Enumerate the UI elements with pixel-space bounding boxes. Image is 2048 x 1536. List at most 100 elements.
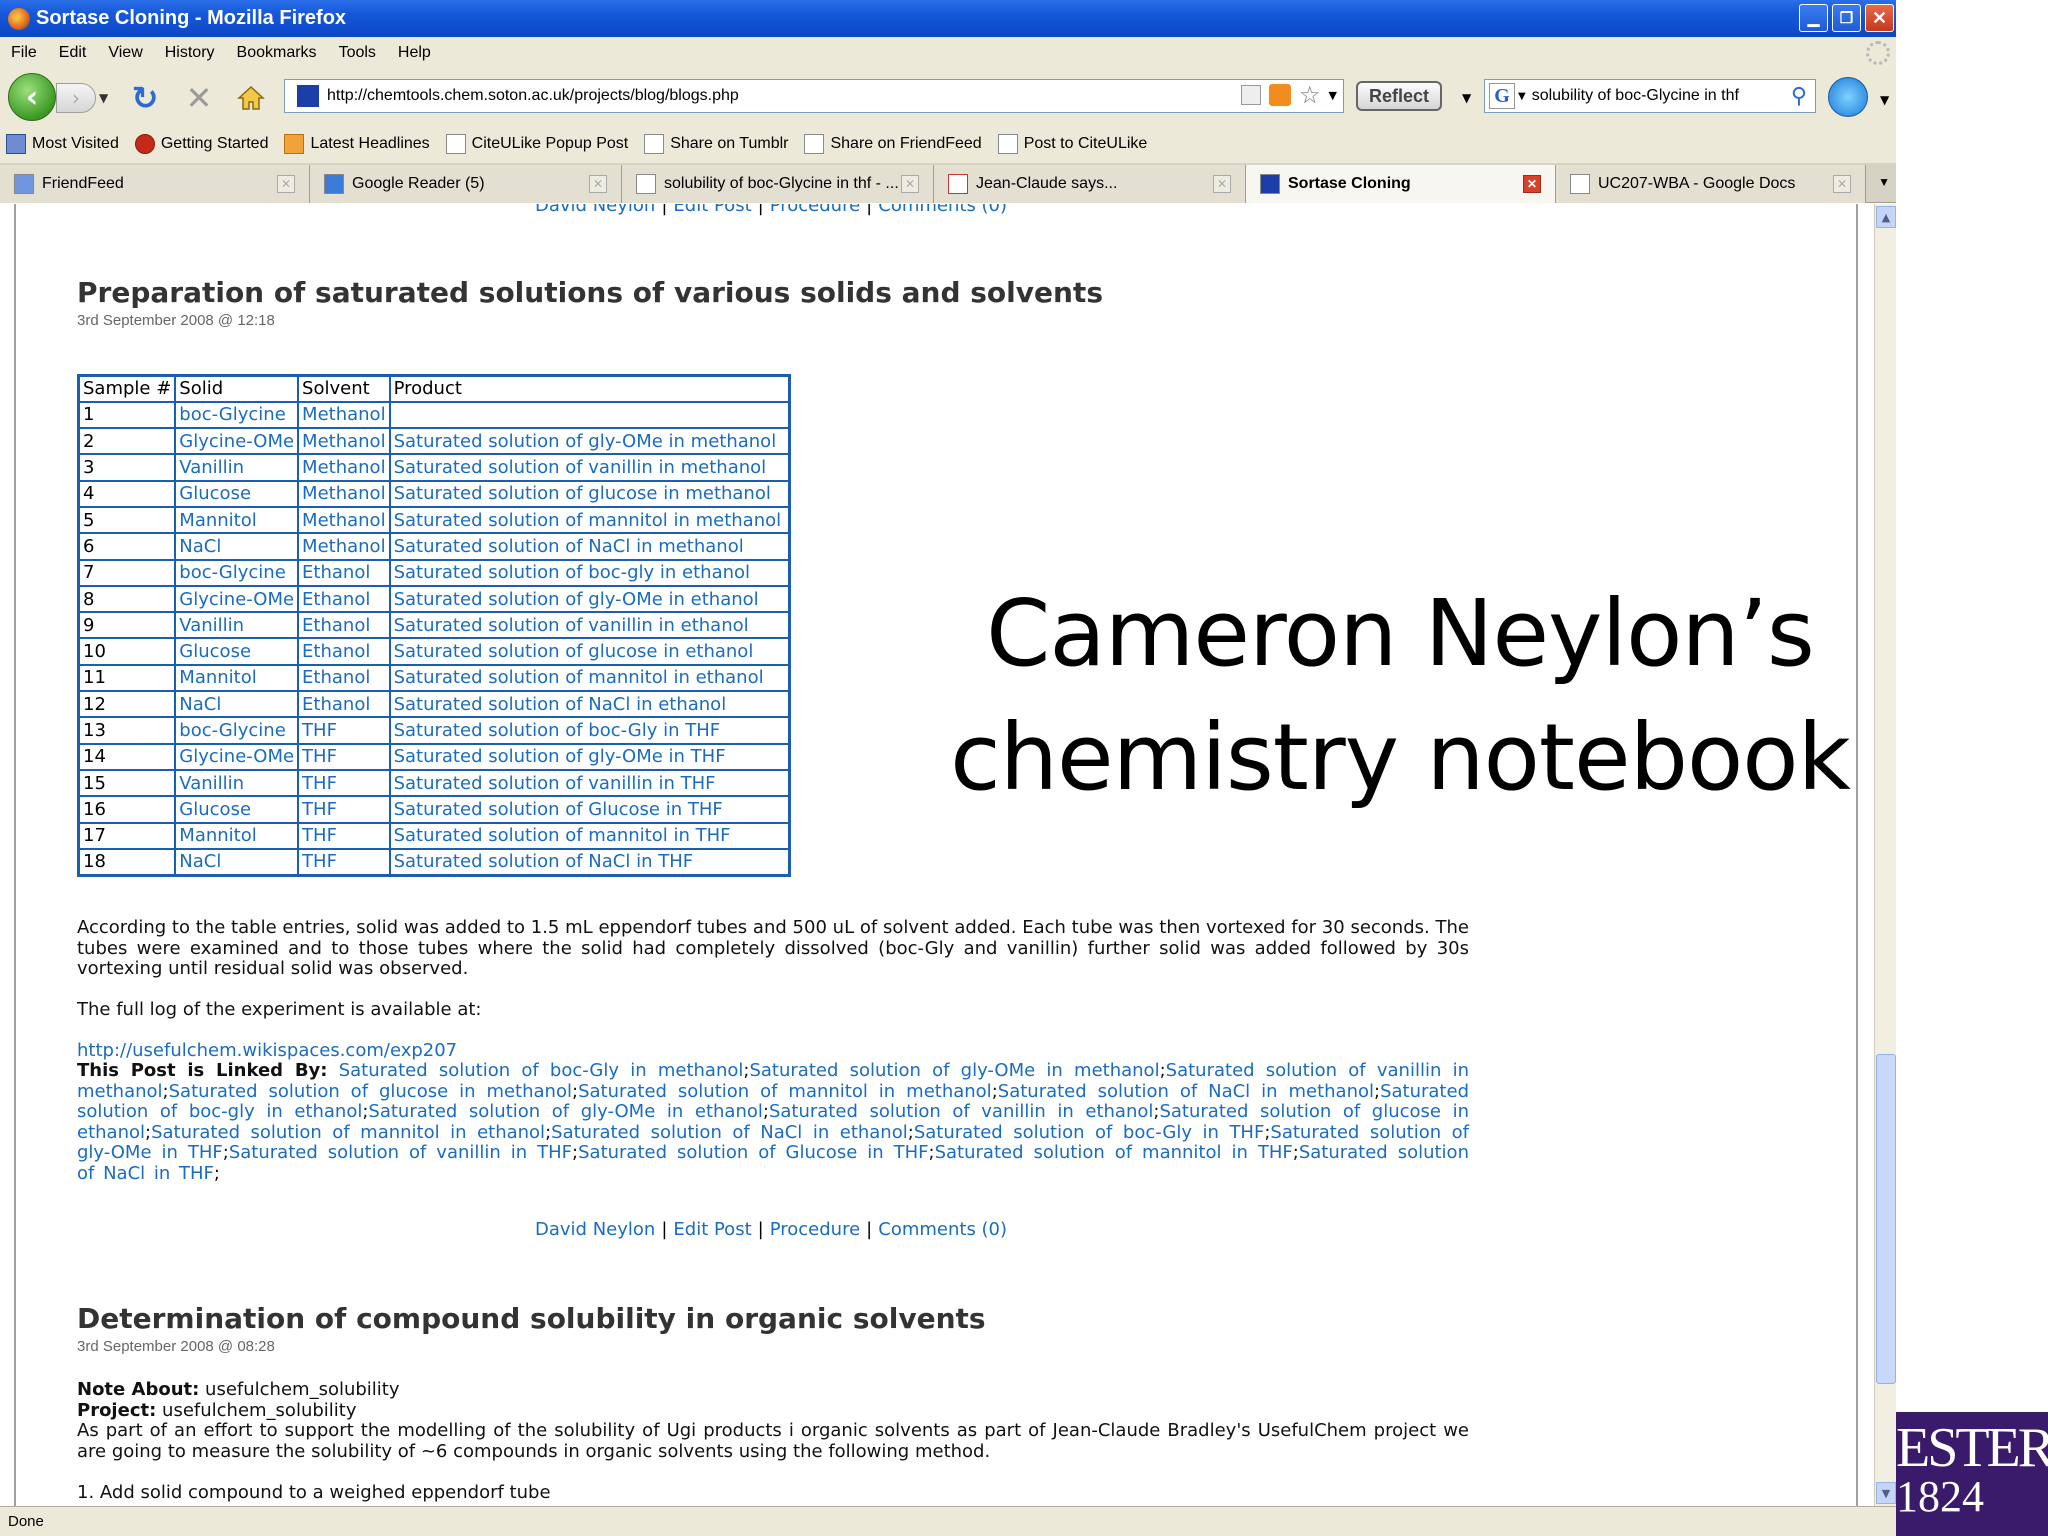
menu-edit[interactable]: Edit xyxy=(48,44,98,62)
cell-solvent[interactable]: THF xyxy=(297,716,391,745)
cell-solid[interactable]: Glycine-OMe xyxy=(174,427,300,456)
bookmark-latest-headlines[interactable]: Latest Headlines xyxy=(284,134,430,154)
comments-link[interactable]: Comments (0) xyxy=(878,204,1007,216)
edit-post-link[interactable]: Edit Post xyxy=(673,204,751,216)
bookmark-getting-started[interactable]: Getting Started xyxy=(134,134,268,154)
linked-post-link[interactable]: Saturated solution of gly-OMe in ethanol xyxy=(368,1101,762,1122)
post-title[interactable]: Preparation of saturated solutions of va… xyxy=(77,276,1103,309)
close-window-button[interactable]: ✕ xyxy=(1865,4,1894,32)
linked-post-link[interactable]: Saturated solution of vanillin in THF xyxy=(229,1142,572,1163)
cell-solvent[interactable]: THF xyxy=(297,821,391,850)
close-tab-icon[interactable]: ✕ xyxy=(1833,175,1851,193)
procedure-link[interactable]: Procedure xyxy=(770,1219,860,1240)
bookmark-post-citeulike[interactable]: Post to CiteULike xyxy=(997,134,1147,154)
google-engine-icon[interactable]: G xyxy=(1489,83,1515,109)
close-tab-icon[interactable]: ✕ xyxy=(589,175,607,193)
post-title[interactable]: Determination of compound solubility in … xyxy=(77,1302,986,1335)
cell-product[interactable]: Saturated solution of vanillin in ethano… xyxy=(388,611,791,640)
cell-product[interactable]: Saturated solution of boc-Gly in THF xyxy=(388,716,791,745)
cell-product[interactable]: Saturated solution of Glucose in THF xyxy=(388,795,791,824)
cell-solvent[interactable]: THF xyxy=(297,768,391,798)
scroll-down-icon[interactable]: ▼ xyxy=(1876,1482,1896,1504)
menu-tools[interactable]: Tools xyxy=(328,44,387,62)
author-link[interactable]: David Neylon xyxy=(535,204,655,216)
cell-solid[interactable]: Mannitol xyxy=(174,663,300,693)
maximize-button[interactable]: ❐ xyxy=(1832,4,1861,32)
cell-product[interactable]: Saturated solution of mannitol in methan… xyxy=(388,505,791,535)
menu-view[interactable]: View xyxy=(97,44,153,62)
cell-solvent[interactable]: THF xyxy=(297,795,391,824)
cell-product[interactable]: Saturated solution of NaCl in ethanol xyxy=(388,690,791,719)
engine-dropdown-icon[interactable]: ▼ xyxy=(1518,91,1526,102)
bookmark-most-visited[interactable]: Most Visited xyxy=(6,134,119,154)
close-tab-icon[interactable]: ✕ xyxy=(901,175,919,193)
search-input[interactable] xyxy=(1531,87,1782,105)
cell-solid[interactable]: Vanillin xyxy=(174,768,300,798)
linked-post-link[interactable]: Saturated solution of mannitol in THF xyxy=(935,1142,1293,1163)
rss-feed-icon[interactable] xyxy=(1269,84,1292,106)
cell-product[interactable]: Saturated solution of mannitol in ethano… xyxy=(388,663,791,693)
comments-link[interactable]: Comments (0) xyxy=(878,1219,1007,1240)
cell-solvent[interactable]: Methanol xyxy=(297,479,391,508)
linked-post-link[interactable]: Saturated solution of vanillin in ethano… xyxy=(769,1101,1153,1122)
linked-post-link[interactable]: Saturated solution of NaCl in ethanol xyxy=(551,1122,908,1143)
edit-post-link[interactable]: Edit Post xyxy=(673,1219,751,1240)
scroll-up-icon[interactable]: ▲ xyxy=(1876,206,1896,228)
bookmark-share-tumblr[interactable]: Share on Tumblr xyxy=(644,134,788,154)
cell-solid[interactable]: NaCl xyxy=(174,847,300,877)
address-bar[interactable]: http://chemtools.chem.soton.ac.uk/projec… xyxy=(284,79,1344,113)
cell-product[interactable]: Saturated solution of mannitol in THF xyxy=(388,821,791,850)
cell-solid[interactable]: NaCl xyxy=(174,532,300,561)
cell-solid[interactable]: Mannitol xyxy=(174,505,300,535)
cell-solvent[interactable]: Ethanol xyxy=(297,584,391,614)
cell-product[interactable]: Saturated solution of NaCl in methanol xyxy=(388,532,791,561)
linked-post-link[interactable]: Saturated solution of mannitol in ethano… xyxy=(151,1122,545,1143)
cell-solvent[interactable]: Methanol xyxy=(297,453,391,482)
menu-file[interactable]: File xyxy=(0,44,48,62)
bookmark-share-friendfeed[interactable]: Share on FriendFeed xyxy=(804,134,982,154)
tab-sortase-cloning[interactable]: Sortase Cloning ✕ xyxy=(1246,165,1556,203)
search-icon[interactable]: ⚲ xyxy=(1791,84,1807,109)
cell-solid[interactable]: Glucose xyxy=(174,479,300,508)
cell-solid[interactable]: Glucose xyxy=(174,795,300,824)
vertical-scrollbar[interactable]: ▲ ▼ xyxy=(1874,204,1896,1506)
cell-product[interactable]: Saturated solution of boc-gly in ethanol xyxy=(388,558,791,587)
scrollbar-thumb[interactable] xyxy=(1876,1054,1896,1384)
cell-solid[interactable]: Mannitol xyxy=(174,821,300,850)
cell-solid[interactable]: boc-Glycine xyxy=(174,716,300,745)
menu-bookmarks[interactable]: Bookmarks xyxy=(226,44,328,62)
linked-post-link[interactable]: Saturated solution of boc-Gly in THF xyxy=(914,1122,1265,1143)
menu-history[interactable]: History xyxy=(154,44,226,62)
cell-product[interactable]: Saturated solution of vanillin in THF xyxy=(388,768,791,798)
extension-icon[interactable] xyxy=(1828,77,1868,117)
reload-icon[interactable]: ↻ xyxy=(128,79,162,117)
experiment-log-link[interactable]: http://usefulchem.wikispaces.com/exp207 xyxy=(77,1040,457,1061)
history-dropdown-icon[interactable]: ▼ xyxy=(99,91,108,105)
cell-solid[interactable]: boc-Glycine xyxy=(174,558,300,587)
minimize-button[interactable]: ▁ xyxy=(1799,4,1828,32)
close-tab-icon[interactable]: ✕ xyxy=(1213,175,1231,193)
linked-post-link[interactable]: Saturated solution of boc-Gly in methano… xyxy=(339,1060,744,1081)
cell-solid[interactable]: boc-Glycine xyxy=(174,400,300,430)
linked-post-link[interactable]: Saturated solution of mannitol in methan… xyxy=(578,1081,992,1102)
cell-product[interactable]: Saturated solution of glucose in methano… xyxy=(388,479,791,508)
cell-solid[interactable]: Glycine-OMe xyxy=(174,584,300,614)
cell-product[interactable]: Saturated solution of glucose in ethanol xyxy=(388,637,791,666)
cell-solvent[interactable]: Methanol xyxy=(297,427,391,456)
cell-solid[interactable]: Glycine-OMe xyxy=(174,742,300,771)
cell-product[interactable]: Saturated solution of gly-OMe in ethanol xyxy=(388,584,791,614)
reflect-dropdown-icon[interactable]: ▼ xyxy=(1462,91,1471,105)
cell-solvent[interactable]: THF xyxy=(297,847,391,877)
author-link[interactable]: David Neylon xyxy=(535,1219,655,1240)
tab-google-reader[interactable]: Google Reader (5) ✕ xyxy=(310,165,622,203)
page-info-icon[interactable] xyxy=(1241,85,1262,105)
procedure-link[interactable]: Procedure xyxy=(770,204,860,216)
tab-list-dropdown-icon[interactable]: ▼ xyxy=(1878,175,1890,189)
bookmark-star-icon[interactable]: ☆ xyxy=(1299,83,1321,107)
close-tab-icon[interactable]: ✕ xyxy=(1523,175,1541,193)
search-box[interactable]: G ▼ ⚲ xyxy=(1484,79,1816,113)
extension-dropdown-icon[interactable]: ▼ xyxy=(1880,93,1889,107)
linked-post-link[interactable]: Saturated solution of Glucose in THF xyxy=(578,1142,928,1163)
cell-product[interactable]: Saturated solution of gly-OMe in methano… xyxy=(388,427,791,456)
cell-solvent[interactable]: Ethanol xyxy=(297,558,391,587)
